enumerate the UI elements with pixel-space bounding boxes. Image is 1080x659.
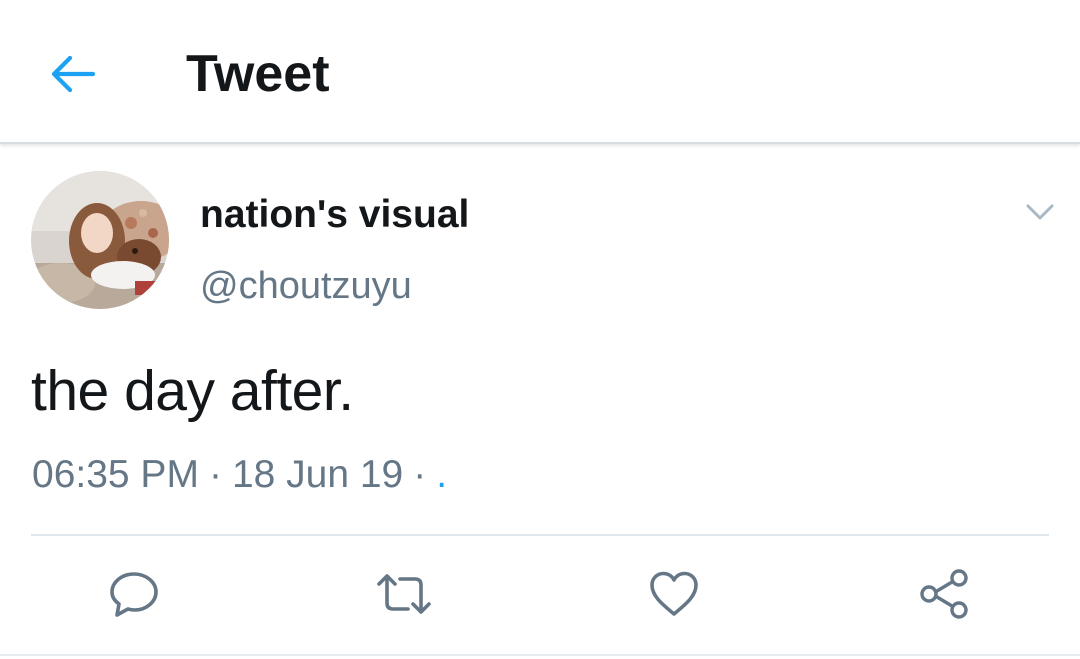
retweet-icon bbox=[377, 574, 431, 614]
avatar-image bbox=[31, 171, 169, 309]
tweet-options-button[interactable] bbox=[1016, 192, 1064, 232]
page-title: Tweet bbox=[186, 45, 330, 103]
share-icon bbox=[920, 569, 968, 619]
reply-icon bbox=[110, 572, 158, 617]
tweet-text: the day after. bbox=[31, 359, 354, 423]
divider bbox=[31, 534, 1049, 536]
tweet-metadata: 06:35 PM · 18 Jun 19 ·. bbox=[32, 449, 447, 501]
tweet-date: 18 Jun 19 bbox=[231, 453, 404, 496]
app-header: Tweet bbox=[0, 0, 1080, 144]
reply-button[interactable] bbox=[104, 564, 164, 624]
arrow-left-icon bbox=[51, 55, 95, 93]
retweet-button[interactable] bbox=[374, 564, 434, 624]
divider bbox=[0, 654, 1080, 656]
separator-dot: · bbox=[208, 453, 222, 496]
avatar[interactable] bbox=[31, 171, 169, 309]
heart-icon bbox=[650, 571, 698, 616]
tweet-source-link[interactable]: . bbox=[436, 453, 447, 496]
chevron-down-icon bbox=[1026, 204, 1054, 220]
tweet-time: 06:35 PM bbox=[32, 453, 199, 496]
author-handle[interactable]: @choutzuyu bbox=[200, 261, 412, 311]
share-button[interactable] bbox=[914, 564, 974, 624]
back-button[interactable] bbox=[44, 48, 100, 100]
separator-dot: · bbox=[413, 453, 427, 496]
like-button[interactable] bbox=[644, 564, 704, 624]
author-display-name[interactable]: nation's visual bbox=[200, 190, 469, 240]
